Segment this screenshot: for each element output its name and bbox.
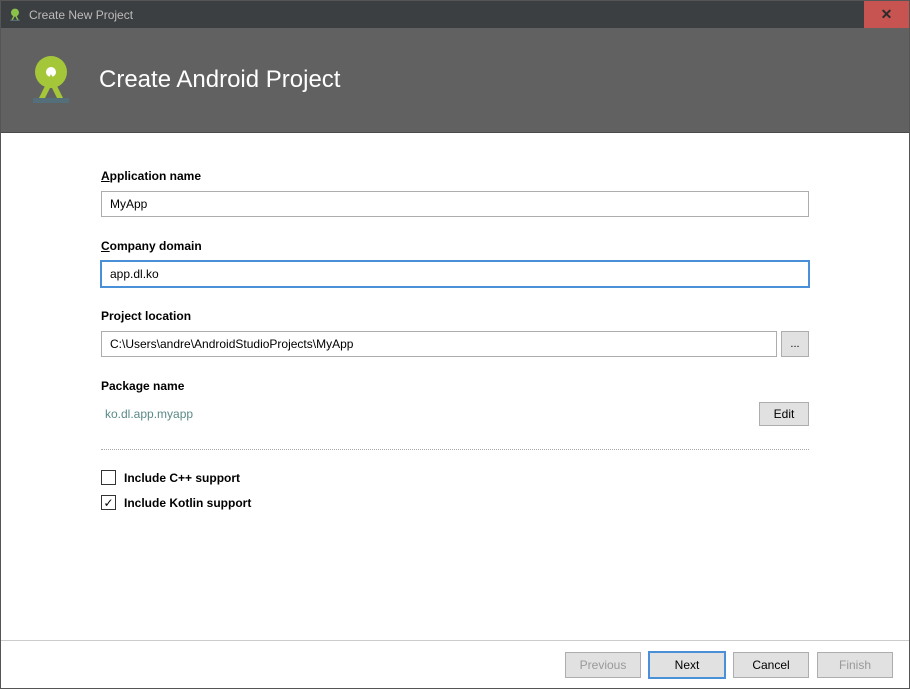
previous-button[interactable]: Previous	[565, 652, 641, 678]
package-name-label: Package name	[101, 379, 809, 393]
cpp-support-checkbox[interactable]	[101, 470, 116, 485]
company-domain-input[interactable]	[101, 261, 809, 287]
titlebar-left: Create New Project	[1, 7, 133, 23]
project-location-group: Project location ...	[101, 309, 809, 357]
project-location-label: Project location	[101, 309, 809, 323]
company-domain-label: Company domain	[101, 239, 809, 253]
kotlin-support-label: Include Kotlin support	[124, 496, 251, 510]
window-title: Create New Project	[29, 8, 133, 22]
kotlin-support-checkbox[interactable]	[101, 495, 116, 510]
finish-button[interactable]: Finish	[817, 652, 893, 678]
divider	[101, 449, 809, 450]
company-domain-group: Company domain	[101, 239, 809, 287]
cpp-support-label: Include C++ support	[124, 471, 240, 485]
dialog-window: Create New Project ✕ Create Android Proj…	[0, 0, 910, 689]
package-name-group: Package name ko.dl.app.myapp Edit	[101, 379, 809, 427]
kotlin-support-row: Include Kotlin support	[101, 495, 809, 510]
package-name-value: ko.dl.app.myapp	[101, 401, 751, 427]
close-button[interactable]: ✕	[864, 1, 909, 28]
footer: Previous Next Cancel Finish	[1, 640, 909, 688]
application-name-group: Application name	[101, 169, 809, 217]
android-studio-icon	[7, 7, 23, 23]
titlebar: Create New Project ✕	[1, 1, 909, 28]
header: Create Android Project	[1, 28, 909, 133]
cpp-support-row: Include C++ support	[101, 470, 809, 485]
next-button[interactable]: Next	[649, 652, 725, 678]
browse-button[interactable]: ...	[781, 331, 809, 357]
project-location-input[interactable]	[101, 331, 777, 357]
close-icon: ✕	[881, 6, 893, 23]
application-name-input[interactable]	[101, 191, 809, 217]
page-title: Create Android Project	[99, 66, 340, 94]
content-area: Application name Company domain Project …	[1, 133, 909, 640]
cancel-button[interactable]: Cancel	[733, 652, 809, 678]
android-studio-logo-icon	[23, 52, 79, 108]
application-name-label: Application name	[101, 169, 809, 183]
edit-package-button[interactable]: Edit	[759, 402, 809, 426]
